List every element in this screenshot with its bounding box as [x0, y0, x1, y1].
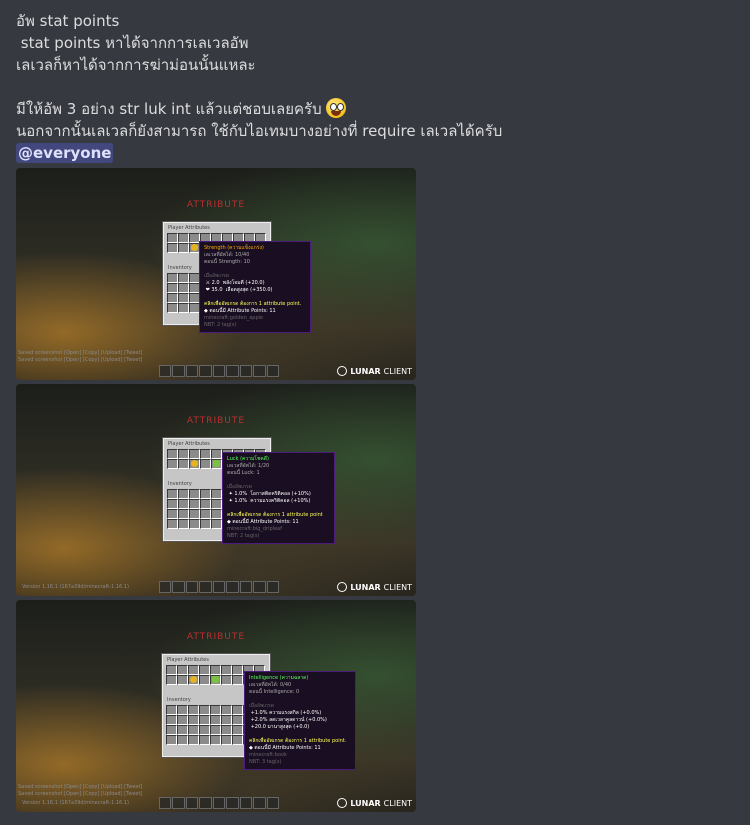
- tooltip-lines: เลเวลที่อัพได้: 1/20 ตอนนี้ Luck: 1 เมื่อ…: [227, 463, 330, 540]
- brand-bold: LUNAR: [350, 582, 381, 592]
- brand-bold: LUNAR: [350, 798, 381, 808]
- message-line-3: เลเวลก็หาได้จากการฆ่าม่อนนั้นแหละ: [16, 56, 256, 74]
- strength-tooltip: Strength (ความแข็งแกร่ง) เลเวลที่อัพได้:…: [199, 241, 311, 333]
- brand-bold: LUNAR: [350, 366, 381, 376]
- golden-apple-icon[interactable]: [191, 244, 198, 251]
- brand-light: CLIENT: [383, 366, 412, 376]
- tooltip-line: +1.0% ความแรงสกิล (+0.0%): [249, 710, 322, 716]
- tooltip-line: ◆ ตอนนี้มี Attribute Points: 11: [249, 745, 321, 751]
- tooltip-name: Intelligence (ความฉลาด): [249, 675, 309, 681]
- tooltip-line: เลเวลที่อัพได้: 0/40: [249, 682, 292, 688]
- tooltip-line: minecraft:golden_apple: [204, 315, 264, 321]
- lunar-client-watermark: LUNAR CLIENT: [337, 798, 412, 808]
- chat-line: Saved screenshot [Open] [Copy] [Upload] …: [18, 350, 143, 356]
- tooltip-line: ❤ 35.0 เลือดสูงสุด (+350.0): [204, 287, 273, 293]
- tooltip-line: +20.0 มานาสูงสุด (+0.0): [249, 724, 310, 730]
- tooltip-line: เมื่ออัพเกรด: [249, 703, 274, 709]
- dripleaf-icon[interactable]: [213, 460, 220, 467]
- tooltip-line: ✦ 1.0% ความแรงคริติคอล (+10%): [227, 498, 311, 504]
- gui-title: Player Attributes: [168, 441, 210, 447]
- message-line-5: มีให้อัพ 3 อย่าง str luk int แล้วแต่ชอบเ…: [16, 98, 736, 120]
- screenshot-attachment-intelligence[interactable]: ATTRIBUTE Player Attributes Inventory In…: [16, 600, 416, 812]
- hotbar: [159, 581, 279, 593]
- tooltip-line: คลิกเพื่ออัพเกรด ต้องการ 1 attribute poi…: [249, 738, 347, 744]
- tooltip-line: [249, 731, 351, 738]
- screenshot-attachment-strength[interactable]: ATTRIBUTE Player Attributes Inventory St…: [16, 168, 416, 380]
- message-line-6: นอกจากนั้นเลเวลก็ยังสามารถ ใช้กับไอเทมบา…: [16, 122, 503, 140]
- dripleaf-icon[interactable]: [212, 676, 219, 683]
- tooltip-line: minecraft:big_dripleaf: [227, 526, 283, 532]
- golden-apple-icon[interactable]: [190, 676, 197, 683]
- message-line-5-text: มีให้อัพ 3 อย่าง str luk int แล้วแต่ชอบเ…: [16, 100, 322, 118]
- tooltip-line: [204, 294, 306, 301]
- lunar-logo-icon: [337, 366, 348, 376]
- tooltip-name: Luck (ความโชคดี): [227, 456, 269, 462]
- intelligence-tooltip: Intelligence (ความฉลาด) เลเวลที่อัพได้: …: [244, 671, 356, 770]
- inventory-label: Inventory: [168, 481, 192, 487]
- tooltip-line: เลเวลที่อัพได้: 1/20: [227, 463, 270, 469]
- message-content: อัพ stat points stat points หาได้จากการเ…: [16, 10, 736, 164]
- tooltip-line: NBT: 2 tag(s): [204, 322, 237, 328]
- tooltip-line: [249, 696, 351, 703]
- attribute-title: ATTRIBUTE: [186, 632, 246, 642]
- everyone-mention[interactable]: @everyone: [16, 143, 114, 163]
- tooltip-line: ◆ ตอนนี้มี Attribute Points: 11: [204, 308, 276, 314]
- attribute-title: ATTRIBUTE: [186, 200, 246, 210]
- tooltip-line: ✦ 1.0% โอกาสติดคริติคอล (+10%): [227, 491, 311, 497]
- gui-title: Player Attributes: [167, 657, 209, 663]
- hotbar: [159, 797, 279, 809]
- tooltip-name: Strength (ความแข็งแกร่ง): [204, 245, 264, 251]
- luck-tooltip: Luck (ความโชคดี) เลเวลที่อัพได้: 1/20 ตอน…: [222, 452, 335, 544]
- lunar-client-watermark: LUNAR CLIENT: [337, 366, 412, 376]
- tooltip-line: เลเวลที่อัพได้: 10/40: [204, 252, 250, 258]
- tooltip-line: +2.0% ลดเวลาคูลดาวน์ (+0.0%): [249, 717, 327, 723]
- tooltip-line: [204, 266, 306, 273]
- message-line-1: อัพ stat points: [16, 12, 120, 30]
- lunar-logo-icon: [337, 582, 348, 592]
- tooltip-lines: เลเวลที่อัพได้: 0/40 ตอนนี้ Intelligence:…: [249, 682, 351, 766]
- chat-line: Saved screenshot [Open] [Copy] [Upload] …: [18, 791, 143, 797]
- tooltip-line: ⚔ 2.0 พลังโจมตี (+20.0): [204, 280, 265, 286]
- tooltip-line: ตอนนี้ Intelligence: 0: [249, 689, 300, 695]
- tooltip-line: NBT: 3 tag(s): [249, 759, 282, 765]
- lunar-client-watermark: LUNAR CLIENT: [337, 582, 412, 592]
- tooltip-line: ◆ ตอนนี้มี Attribute Points: 11: [227, 519, 299, 525]
- chat-line: Saved screenshot [Open] [Copy] [Upload] …: [18, 357, 143, 363]
- version-text: Version 1.16.1 (167a39d/minecraft-1.16.1…: [22, 584, 129, 590]
- tooltip-line: [227, 505, 330, 512]
- tooltip-line: คลิกเพื่ออัพเกรด ต้องการ 1 attribute poi…: [227, 512, 323, 518]
- grinning-face-emoji-icon[interactable]: [325, 98, 346, 118]
- screenshot-attachment-luck[interactable]: ATTRIBUTE Player Attributes Inventory Lu…: [16, 384, 416, 596]
- version-text: Version 1.16.1 (167a39d/minecraft-1.16.1…: [22, 800, 129, 806]
- tooltip-line: ตอนนี้ Luck: 1: [227, 470, 260, 476]
- inventory-label: Inventory: [167, 697, 191, 703]
- tooltip-line: minecraft:book: [249, 752, 287, 758]
- attribute-title: ATTRIBUTE: [186, 416, 246, 426]
- hotbar: [159, 365, 279, 377]
- tooltip-line: เมื่ออัพเกรด: [227, 484, 252, 490]
- tooltip-lines: เลเวลที่อัพได้: 10/40 ตอนนี้ Strength: 10…: [204, 252, 306, 329]
- inventory-label: Inventory: [168, 265, 192, 271]
- tooltip-line: เมื่ออัพเกรด: [204, 273, 229, 279]
- brand-light: CLIENT: [383, 798, 412, 808]
- tooltip-line: NBT: 2 tag(s): [227, 533, 260, 539]
- message-line-7: @everyone: [16, 142, 736, 164]
- gui-title: Player Attributes: [168, 225, 210, 231]
- tooltip-line: คลิกเพื่ออัพเกรด ต้องการ 1 attribute poi…: [204, 301, 302, 307]
- message-line-2: stat points หาได้จากการเลเวลอัพ: [16, 34, 249, 52]
- tooltip-line: ตอนนี้ Strength: 10: [204, 259, 250, 265]
- chat-line: Saved screenshot [Open] [Copy] [Upload] …: [18, 784, 143, 790]
- brand-light: CLIENT: [383, 582, 412, 592]
- lunar-logo-icon: [337, 798, 348, 808]
- golden-apple-icon[interactable]: [191, 460, 198, 467]
- tooltip-line: [227, 477, 330, 484]
